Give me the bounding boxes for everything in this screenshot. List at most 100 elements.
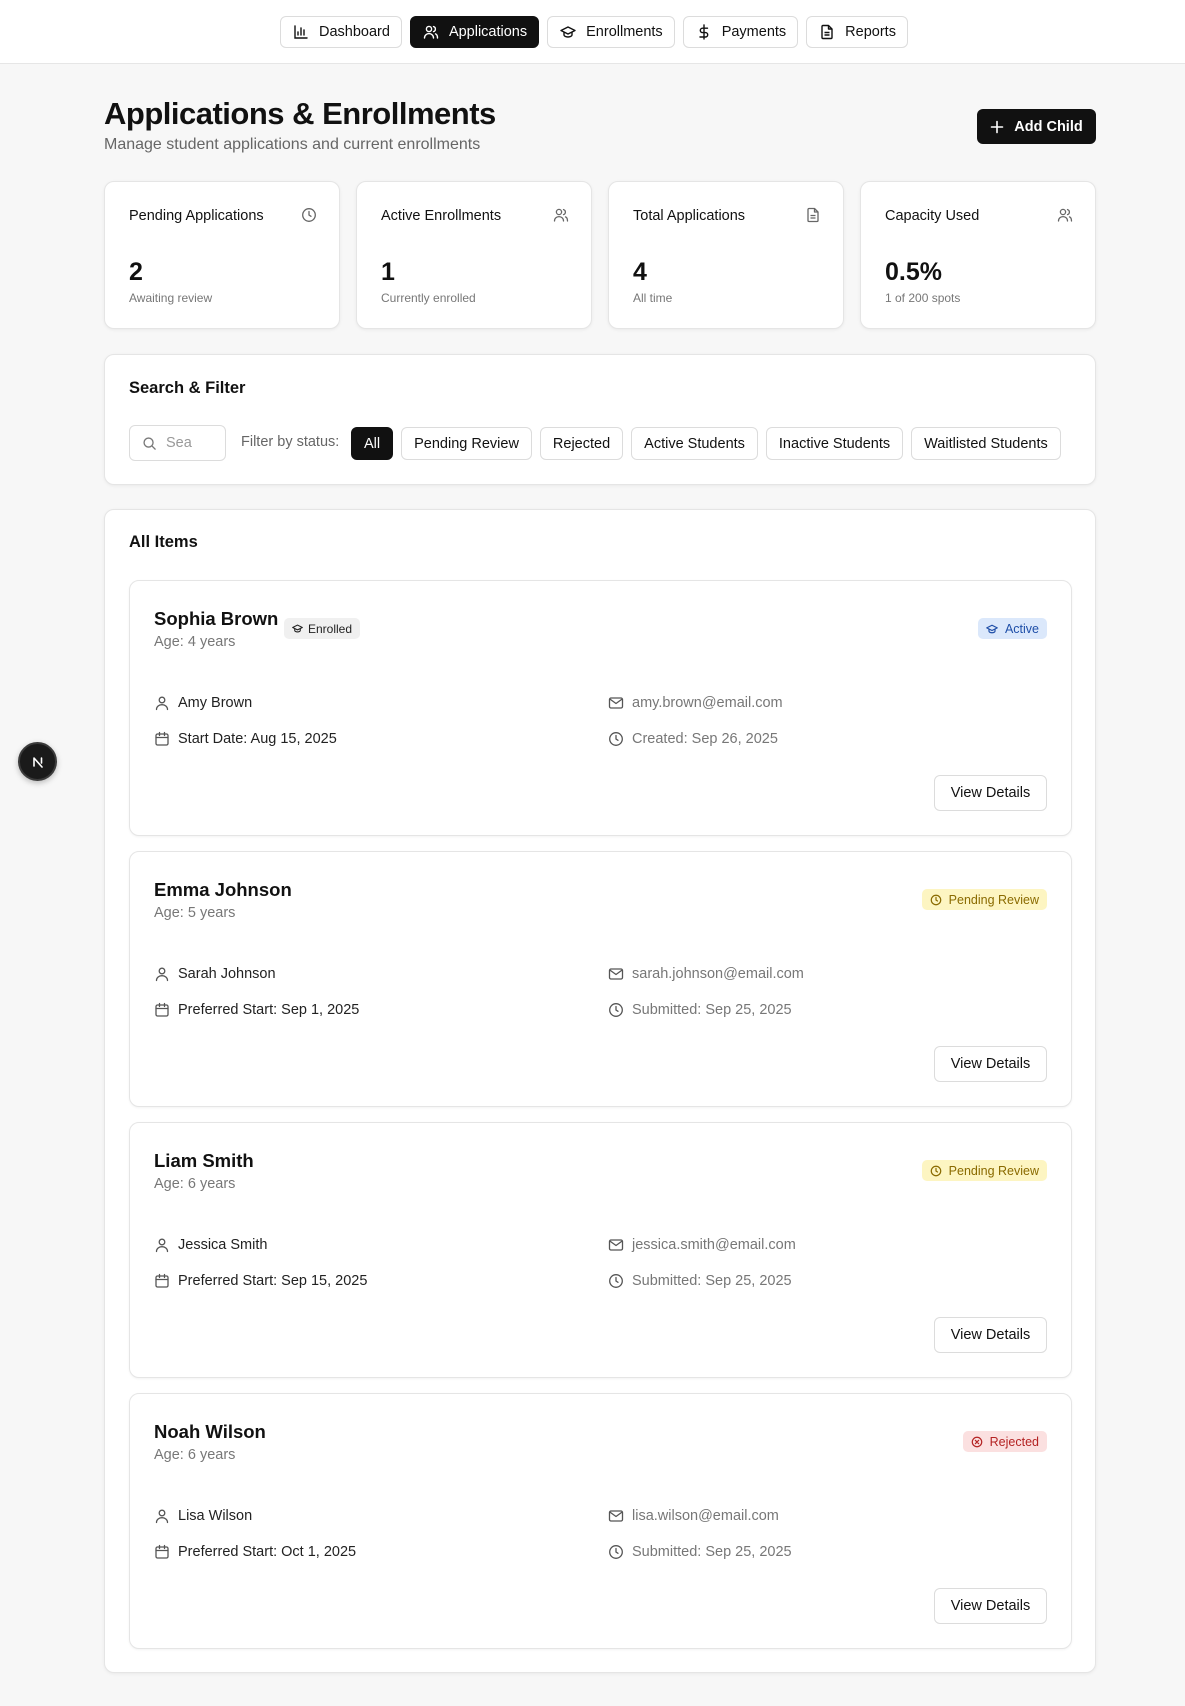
enrolled-badge: Enrolled	[284, 618, 361, 639]
filter-chip-pending-review[interactable]: Pending Review	[401, 427, 532, 460]
preferred-start: Preferred Start: Sep 1, 2025	[178, 1002, 360, 1018]
users-icon	[553, 208, 569, 222]
submitted-info: Submitted: Sep 25, 2025	[608, 1544, 792, 1560]
search-box[interactable]	[129, 425, 226, 461]
parent-info: Jessica Smith	[154, 1237, 267, 1253]
date-info: Preferred Start: Oct 1, 2025	[154, 1544, 356, 1560]
mail-icon	[608, 697, 624, 709]
submitted-date: Submitted: Sep 25, 2025	[632, 1002, 792, 1018]
user-icon	[155, 696, 169, 711]
start-date: Start Date: Aug 15, 2025	[178, 731, 337, 747]
child-age: Age: 4 years	[154, 634, 236, 650]
status-label: Rejected	[989, 1434, 1039, 1449]
filter-chip-all[interactable]: All	[351, 427, 394, 460]
clock-icon	[930, 894, 941, 905]
plus-icon	[990, 120, 1004, 133]
tab-label: Enrollments	[586, 24, 663, 40]
stat-subtext: All time	[633, 291, 673, 305]
add-child-label: Add Child	[1014, 118, 1083, 135]
view-details-button[interactable]: View Details	[934, 1588, 1047, 1624]
search-icon	[143, 436, 156, 450]
calendar-icon	[155, 731, 169, 746]
stat-label: Pending Applications	[129, 208, 264, 224]
tab-payments[interactable]: Payments	[682, 16, 799, 48]
stat-subtext: Currently enrolled	[381, 291, 476, 305]
items-title: All Items	[129, 533, 198, 551]
stat-value: 1	[381, 258, 395, 286]
submitted-date: Submitted: Sep 25, 2025	[632, 1273, 792, 1289]
preferred-start: Preferred Start: Sep 15, 2025	[178, 1273, 368, 1289]
date-info: Preferred Start: Sep 1, 2025	[154, 1002, 359, 1018]
tab-reports[interactable]: Reports	[806, 16, 908, 48]
submitted-info: Submitted: Sep 25, 2025	[608, 1273, 792, 1289]
child-name: Emma Johnson	[154, 879, 292, 900]
email-info: lisa.wilson@email.com	[608, 1508, 779, 1524]
clock-icon	[930, 1165, 941, 1176]
filter-title: Search & Filter	[129, 379, 246, 397]
stat-value: 2	[129, 258, 143, 286]
page-title: Applications & Enrollments	[104, 96, 496, 131]
search-input[interactable]	[166, 435, 216, 451]
view-details-button[interactable]: View Details	[934, 1317, 1047, 1353]
status-badge: Pending Review	[921, 889, 1047, 910]
mail-icon	[608, 1510, 624, 1522]
parent-name: Lisa Wilson	[178, 1508, 253, 1524]
filter-chip-waitlisted-students[interactable]: Waitlisted Students	[911, 427, 1061, 460]
tab-label: Dashboard	[319, 24, 390, 40]
stat-label: Total Applications	[633, 208, 746, 224]
user-icon	[155, 967, 169, 982]
graduation-cap-icon	[986, 624, 998, 633]
status-label: Active	[1004, 621, 1039, 636]
status-badge: Rejected	[962, 1431, 1047, 1452]
stat-value: 4	[633, 258, 647, 286]
child-name: Sophia Brown	[154, 608, 279, 629]
parent-info: Sarah Johnson	[154, 966, 276, 982]
filter-chip-inactive-students[interactable]: Inactive Students	[765, 427, 904, 460]
email-info: jessica.smith@email.com	[608, 1237, 796, 1253]
parent-email: lisa.wilson@email.com	[632, 1508, 779, 1524]
user-icon	[155, 1238, 169, 1253]
status-badge: Active	[977, 618, 1047, 639]
parent-info: Amy Brown	[154, 695, 252, 711]
filter-chip-active-students[interactable]: Active Students	[631, 427, 758, 460]
parent-email: sarah.johnson@email.com	[632, 966, 804, 982]
view-details-button[interactable]: View Details	[934, 775, 1047, 811]
list-item: Emma Johnson Age: 5 years Pending Review…	[129, 851, 1072, 1107]
view-details-button[interactable]: View Details	[934, 1046, 1047, 1082]
calendar-icon	[155, 1544, 169, 1559]
nextjs-dev-badge[interactable]	[18, 742, 57, 781]
tab-dashboard[interactable]: Dashboard	[280, 16, 402, 48]
filter-status-label: Filter by status:	[241, 434, 340, 450]
stat-subtext: Awaiting review	[129, 291, 213, 305]
list-item: Liam Smith Age: 6 years Pending Review J…	[129, 1122, 1072, 1378]
x-circle-icon	[971, 1436, 982, 1447]
status-filter-chips: All Pending Review Rejected Active Stude…	[351, 427, 1061, 460]
stats-row: Pending Applications 2 Awaiting review A…	[104, 181, 1096, 329]
page-subtitle: Manage student applications and current …	[104, 136, 481, 153]
tab-label: Applications	[448, 24, 528, 40]
status-label: Pending Review	[948, 1163, 1039, 1178]
nav-tabs: Dashboard Applications Enrollments Payme…	[280, 16, 908, 48]
add-child-button[interactable]: Add Child	[977, 109, 1096, 144]
badge-label: Enrolled	[308, 621, 353, 636]
parent-name: Jessica Smith	[178, 1237, 268, 1253]
date-info: Start Date: Aug 15, 2025	[154, 731, 337, 747]
submitted-info: Submitted: Sep 25, 2025	[608, 1002, 792, 1018]
calendar-icon	[155, 1002, 169, 1017]
status-badge: Pending Review	[921, 1160, 1047, 1181]
stat-card-total: Total Applications 4 All time	[608, 181, 844, 329]
filter-chip-rejected[interactable]: Rejected	[539, 427, 624, 460]
stat-label: Active Enrollments	[381, 208, 502, 224]
users-icon	[1057, 208, 1073, 222]
bar-chart-icon	[294, 25, 308, 39]
nextjs-icon	[32, 756, 43, 768]
graduation-cap-icon	[560, 26, 576, 38]
email-info: amy.brown@email.com	[608, 695, 783, 711]
dollar-icon	[698, 24, 709, 40]
tab-enrollments[interactable]: Enrollments	[547, 16, 675, 48]
stat-label: Capacity Used	[885, 208, 980, 224]
top-navigation-bar: Dashboard Applications Enrollments Payme…	[0, 0, 1185, 64]
graduation-cap-icon	[292, 624, 303, 633]
tab-applications[interactable]: Applications	[409, 16, 540, 48]
status-label: Pending Review	[948, 892, 1039, 907]
